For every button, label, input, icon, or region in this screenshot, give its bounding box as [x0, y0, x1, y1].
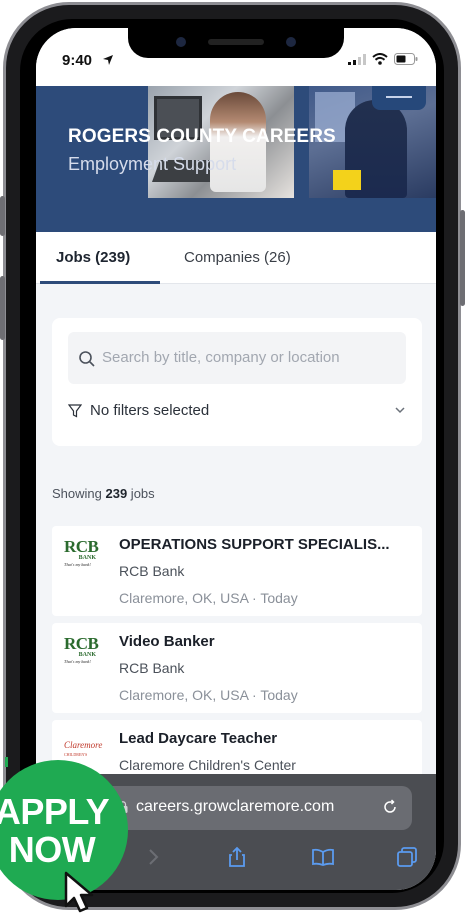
meta-separator: ·: [248, 687, 261, 703]
status-time: 9:40: [62, 52, 93, 69]
search-card: Search by title, company or location No …: [52, 318, 422, 446]
battery-icon: [394, 53, 418, 65]
apply-line-2: NOW: [8, 829, 96, 870]
filter-dropdown[interactable]: No filters selected: [68, 396, 406, 432]
reload-icon[interactable]: [382, 799, 398, 815]
menu-button[interactable]: [372, 86, 426, 110]
filter-icon: [68, 404, 82, 418]
rcb-bank-logo: RCB BANK That's my bank!: [64, 634, 99, 664]
job-posted: Today: [260, 687, 298, 703]
job-title[interactable]: Video Banker: [119, 633, 215, 650]
search-placeholder: Search by title, company or location: [102, 349, 340, 366]
front-camera: [176, 37, 186, 47]
tab-companies[interactable]: Companies (26): [184, 249, 291, 266]
hamburger-icon: [386, 96, 412, 98]
filter-label: No filters selected: [90, 402, 210, 419]
address-bar[interactable]: careers.growclaremore.com: [88, 786, 412, 830]
forward-icon[interactable]: [142, 846, 164, 868]
page-title: ROGERS COUNTY CAREERS: [68, 126, 336, 147]
phone-notch: [128, 28, 344, 58]
bookmarks-icon[interactable]: [312, 846, 334, 868]
location-arrow-icon: [103, 55, 113, 65]
apply-line-1: APPLY: [0, 791, 110, 832]
job-title[interactable]: OPERATIONS SUPPORT SPECIALIS...: [119, 536, 390, 553]
page-subtitle: Employment Support: [68, 154, 237, 174]
share-icon[interactable]: [226, 846, 248, 868]
rcb-bank-logo: RCB BANK That's my bank!: [64, 537, 99, 567]
tab-bar: Jobs (239) Companies (26): [36, 232, 436, 284]
results-suffix: jobs: [127, 486, 155, 501]
status-icons: [348, 53, 418, 65]
site-header: ROGERS COUNTY CAREERS Employment Support: [36, 86, 436, 232]
meta-separator: ·: [248, 590, 261, 606]
phone-screen: 9:40 ROGERS COUNTY CAREERS Employment Su…: [36, 28, 436, 890]
job-posted: Today: [260, 590, 298, 606]
job-company: Claremore Children's Center: [119, 757, 296, 773]
photo-yellow-bin: [333, 170, 361, 190]
job-company: RCB Bank: [119, 660, 185, 676]
earpiece-speaker: [208, 39, 264, 45]
job-card[interactable]: RCB BANK That's my bank! OPERATIONS SUPP…: [52, 526, 422, 616]
job-meta: Claremore, OK, USA · Today: [119, 687, 298, 703]
active-tab-indicator: [40, 281, 160, 284]
chevron-down-icon: [395, 407, 405, 414]
signal-icon: [348, 53, 366, 65]
results-count: Showing 239 jobs: [52, 486, 155, 501]
job-location: Claremore, OK, USA: [119, 687, 249, 703]
decorative-mark: [5, 757, 8, 767]
results-number: 239: [105, 486, 128, 501]
job-card[interactable]: RCB BANK That's my bank! Video Banker RC…: [52, 623, 422, 713]
power-button: [460, 210, 465, 306]
job-company: RCB Bank: [119, 563, 185, 579]
search-input[interactable]: Search by title, company or location: [68, 332, 406, 384]
search-icon: [79, 351, 95, 367]
job-meta: Claremore, OK, USA · Today: [119, 590, 298, 606]
tabs-icon[interactable]: [396, 846, 418, 868]
pointer-cursor-icon: [64, 871, 94, 913]
volume-up-button: [0, 196, 5, 236]
job-location: Claremore, OK, USA: [119, 590, 249, 606]
face-sensor: [286, 37, 296, 47]
wifi-icon: [372, 53, 388, 65]
url-text: careers.growclaremore.com: [136, 798, 335, 815]
tab-jobs[interactable]: Jobs (239): [56, 249, 130, 266]
volume-down-button: [0, 276, 5, 340]
results-prefix: Showing: [52, 486, 106, 501]
job-title[interactable]: Lead Daycare Teacher: [119, 730, 277, 747]
